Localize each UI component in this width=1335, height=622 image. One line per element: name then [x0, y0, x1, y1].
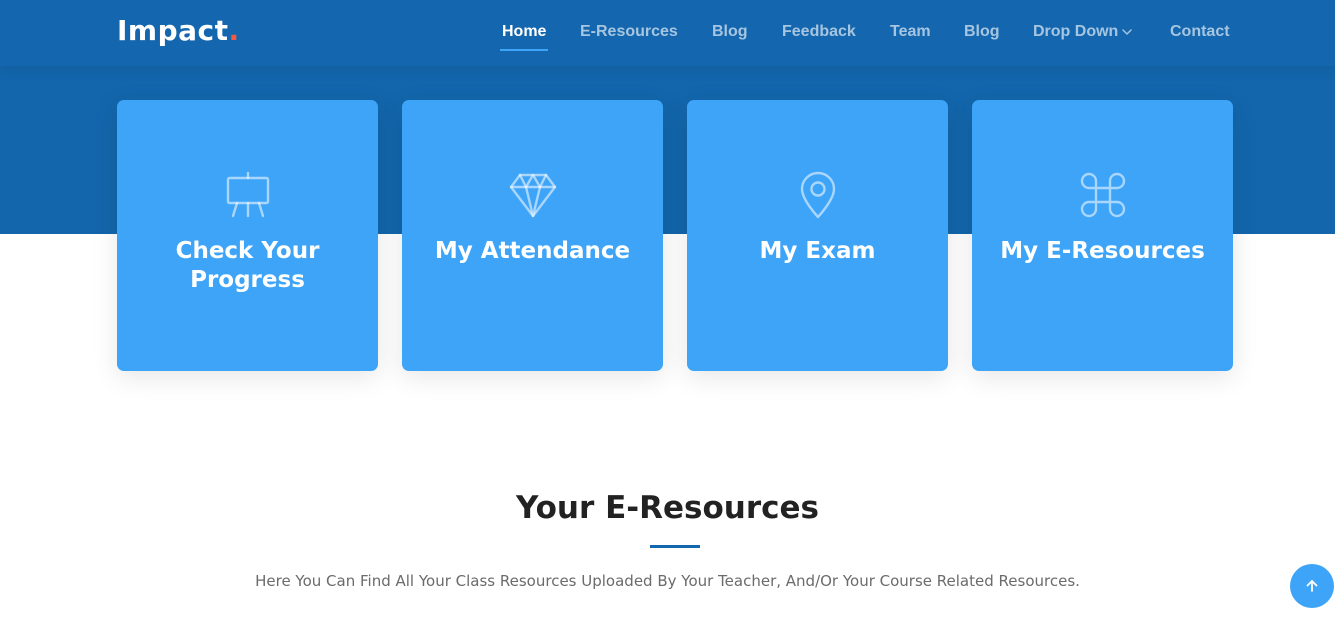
nav-blog[interactable]: Blog	[712, 23, 748, 41]
gem-icon	[509, 173, 556, 218]
card-label: My Attendance	[434, 238, 631, 264]
nav-feedback[interactable]: Feedback	[782, 23, 856, 41]
site-logo[interactable]: Impact.	[117, 14, 240, 47]
nav-dropdown-label: Drop Down	[1033, 23, 1119, 40]
map-pin-icon	[800, 171, 835, 219]
nav-dropdown[interactable]: Drop Down	[1033, 23, 1133, 41]
card-my-attendance[interactable]: My Attendance	[402, 100, 663, 371]
logo-dot: .	[228, 14, 240, 47]
card-my-exam[interactable]: My Exam	[687, 100, 948, 371]
card-label: Check Your Progress	[175, 238, 320, 293]
section-divider	[650, 545, 700, 548]
card-label: My Exam	[759, 238, 876, 264]
nav-team[interactable]: Team	[890, 23, 931, 41]
card-check-progress[interactable]: Check Your Progress	[117, 100, 378, 371]
nav-e-resources[interactable]: E-Resources	[580, 23, 678, 41]
chevron-down-icon	[1122, 29, 1133, 35]
card-label: My E-Resources	[1000, 238, 1205, 264]
command-icon	[1080, 172, 1125, 218]
easel-icon	[226, 171, 269, 218]
nav-contact[interactable]: Contact	[1170, 23, 1230, 41]
section-title: Your E-Resources	[516, 490, 819, 526]
nav-home[interactable]: Home	[499, 23, 549, 51]
nav-blog-2[interactable]: Blog	[964, 23, 1000, 41]
arrow-up-icon	[1306, 580, 1318, 592]
logo-text: Impact	[117, 14, 229, 47]
card-my-e-resources[interactable]: My E-Resources	[972, 100, 1233, 371]
site-header: Impact. Home E-Resources Blog Feedback T…	[0, 0, 1335, 66]
section-description: Here You Can Find All Your Class Resourc…	[255, 572, 1080, 590]
scroll-top-button[interactable]	[1290, 564, 1334, 608]
